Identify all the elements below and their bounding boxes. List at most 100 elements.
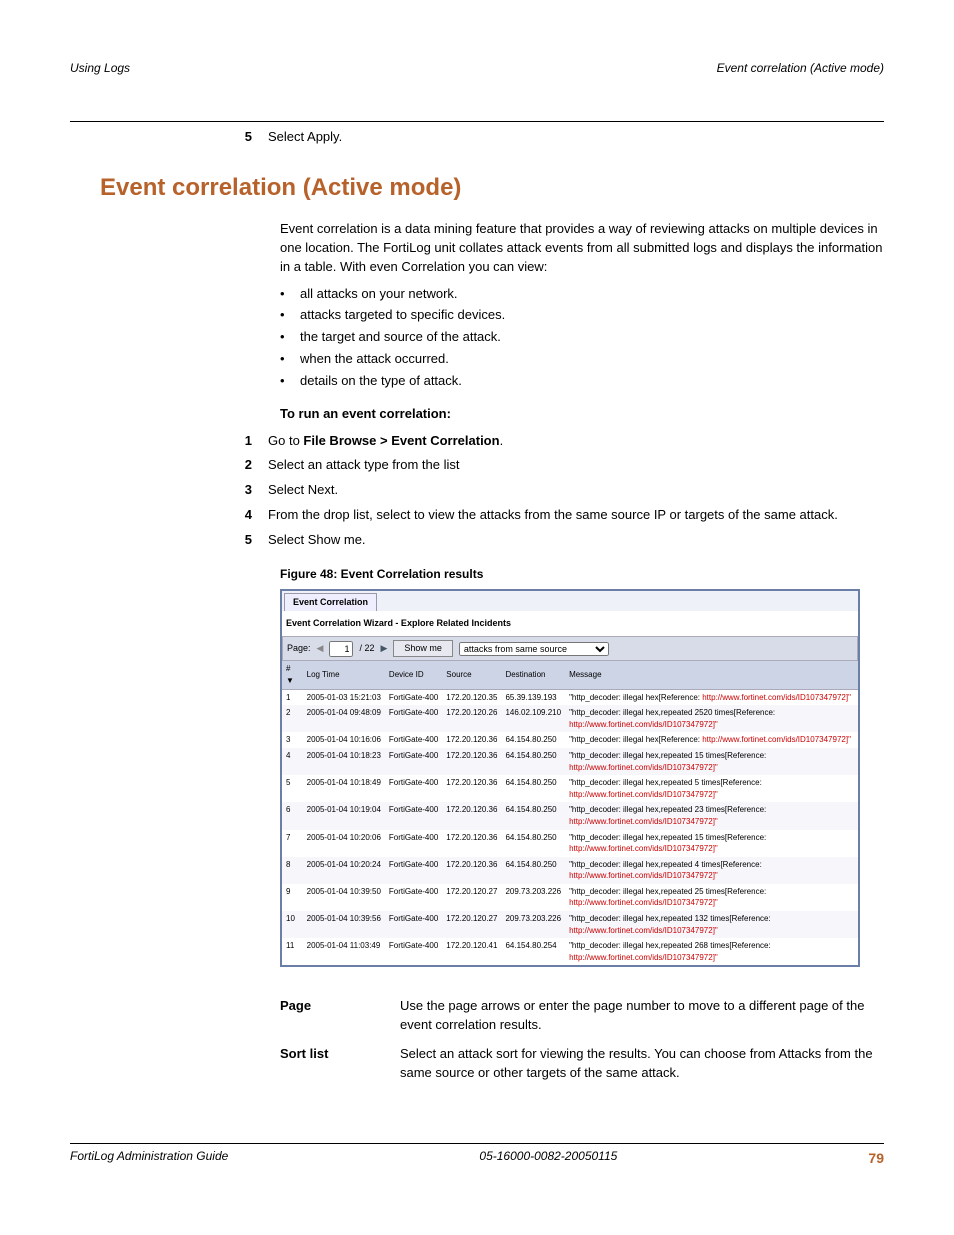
table-row[interactable]: 42005-01-04 10:18:23FortiGate-400172.20.…	[282, 748, 858, 775]
table-row[interactable]: 92005-01-04 10:39:50FortiGate-400172.20.…	[282, 884, 858, 911]
page-input[interactable]	[329, 641, 353, 657]
table-cell: 172.20.120.36	[442, 830, 501, 857]
table-row[interactable]: 62005-01-04 10:19:04FortiGate-400172.20.…	[282, 802, 858, 829]
message-cell: "http_decoder: illegal hex[Reference: ht…	[565, 732, 858, 748]
header-right: Event correlation (Active mode)	[717, 60, 884, 77]
table-cell: 11	[282, 938, 303, 965]
message-cell: "http_decoder: illegal hex,repeated 5 ti…	[565, 775, 858, 802]
definition-desc: Use the page arrows or enter the page nu…	[400, 997, 884, 1035]
table-cell: FortiGate-400	[385, 830, 442, 857]
table-row[interactable]: 32005-01-04 10:16:06FortiGate-400172.20.…	[282, 732, 858, 748]
step-number: 5	[240, 531, 268, 550]
reference-link[interactable]: http://www.fortinet.com/ids/ID107347972]…	[569, 844, 718, 853]
step-number: 5	[240, 128, 268, 147]
bullet-list: •all attacks on your network.•attacks ta…	[280, 285, 884, 391]
table-cell: 172.20.120.41	[442, 938, 501, 965]
table-row[interactable]: 12005-01-03 15:21:03FortiGate-400172.20.…	[282, 689, 858, 705]
step-text: Select Show me.	[268, 531, 884, 550]
table-header[interactable]: Message	[565, 661, 858, 689]
reference-link[interactable]: http://www.fortinet.com/ids/ID107347972]…	[569, 871, 718, 880]
table-cell: 146.02.109.210	[501, 705, 565, 732]
table-cell: 172.20.120.36	[442, 748, 501, 775]
bullet-text: attacks targeted to specific devices.	[300, 306, 505, 325]
table-row[interactable]: 112005-01-04 11:03:49FortiGate-400172.20…	[282, 938, 858, 965]
table-header[interactable]: Source	[442, 661, 501, 689]
table-cell: 172.20.120.36	[442, 775, 501, 802]
table-cell: 65.39.139.193	[501, 689, 565, 705]
reference-link[interactable]: http://www.fortinet.com/ids/ID107347972]…	[569, 953, 718, 962]
table-row[interactable]: 82005-01-04 10:20:24FortiGate-400172.20.…	[282, 857, 858, 884]
reference-link[interactable]: http://www.fortinet.com/ids/ID107347972]…	[569, 763, 718, 772]
table-cell: 2005-01-03 15:21:03	[303, 689, 385, 705]
table-cell: FortiGate-400	[385, 775, 442, 802]
table-cell: 172.20.120.27	[442, 884, 501, 911]
figure-tab[interactable]: Event Correlation	[284, 593, 377, 611]
bullet-text: details on the type of attack.	[300, 372, 462, 391]
definition-row: Sort listSelect an attack sort for viewi…	[280, 1045, 884, 1083]
table-row[interactable]: 22005-01-04 09:48:09FortiGate-400172.20.…	[282, 705, 858, 732]
bullet-item: •when the attack occurred.	[280, 350, 884, 369]
page-prev-icon[interactable]: ◀	[317, 642, 324, 655]
step-text: Select an attack type from the list	[268, 456, 884, 475]
table-header[interactable]: Destination	[501, 661, 565, 689]
table-cell: 2005-01-04 09:48:09	[303, 705, 385, 732]
table-header[interactable]: Device ID	[385, 661, 442, 689]
table-row[interactable]: 52005-01-04 10:18:49FortiGate-400172.20.…	[282, 775, 858, 802]
step-number: 1	[240, 432, 268, 451]
table-cell: 64.154.80.250	[501, 857, 565, 884]
message-cell: "http_decoder: illegal hex,repeated 15 t…	[565, 830, 858, 857]
table-cell: 2005-01-04 10:20:24	[303, 857, 385, 884]
table-cell: 64.154.80.254	[501, 938, 565, 965]
bullet-dot-icon: •	[280, 285, 300, 304]
table-cell: 7	[282, 830, 303, 857]
table-cell: 209.73.203.226	[501, 911, 565, 938]
footer-left: FortiLog Administration Guide	[70, 1148, 228, 1168]
page-next-icon[interactable]: ▶	[380, 642, 387, 655]
sort-select[interactable]: attacks from same source	[459, 642, 609, 656]
table-cell: 64.154.80.250	[501, 748, 565, 775]
step-item: 2Select an attack type from the list	[240, 456, 884, 475]
reference-link[interactable]: http://www.fortinet.com/ids/ID107347972]…	[569, 720, 718, 729]
table-cell: 2005-01-04 10:19:04	[303, 802, 385, 829]
results-table: # ▼Log TimeDevice IDSourceDestinationMes…	[282, 661, 858, 965]
table-cell: FortiGate-400	[385, 911, 442, 938]
table-cell: 172.20.120.36	[442, 732, 501, 748]
table-cell: FortiGate-400	[385, 884, 442, 911]
reference-link[interactable]: http://www.fortinet.com/ids/ID107347972]…	[569, 790, 718, 799]
table-cell: 172.20.120.36	[442, 802, 501, 829]
reference-link[interactable]: http://www.fortinet.com/ids/ID107347972]…	[702, 693, 851, 702]
page-number: 79	[868, 1148, 884, 1168]
bullet-dot-icon: •	[280, 372, 300, 391]
step-text: Select Apply.	[268, 128, 884, 147]
page-footer: FortiLog Administration Guide 05-16000-0…	[70, 1144, 884, 1168]
figure-wizard-title: Event Correlation Wizard - Explore Relat…	[282, 611, 858, 636]
bullet-item: •attacks targeted to specific devices.	[280, 306, 884, 325]
bullet-item: •the target and source of the attack.	[280, 328, 884, 347]
reference-link[interactable]: http://www.fortinet.com/ids/ID107347972]…	[702, 735, 851, 744]
bullet-text: all attacks on your network.	[300, 285, 458, 304]
step-text: Go to File Browse > Event Correlation.	[268, 432, 884, 451]
table-cell: FortiGate-400	[385, 689, 442, 705]
table-cell: FortiGate-400	[385, 938, 442, 965]
definition-row: PageUse the page arrows or enter the pag…	[280, 997, 884, 1035]
message-cell: "http_decoder: illegal hex,repeated 2520…	[565, 705, 858, 732]
reference-link[interactable]: http://www.fortinet.com/ids/ID107347972]…	[569, 926, 718, 935]
table-cell: 2005-01-04 10:20:06	[303, 830, 385, 857]
reference-link[interactable]: http://www.fortinet.com/ids/ID107347972]…	[569, 898, 718, 907]
table-cell: 1	[282, 689, 303, 705]
table-cell: 9	[282, 884, 303, 911]
table-cell: 172.20.120.27	[442, 911, 501, 938]
event-correlation-figure: Event Correlation Event Correlation Wiza…	[280, 589, 860, 967]
table-header[interactable]: # ▼	[282, 661, 303, 689]
show-me-button[interactable]: Show me	[393, 640, 453, 657]
table-row[interactable]: 102005-01-04 10:39:56FortiGate-400172.20…	[282, 911, 858, 938]
table-cell: FortiGate-400	[385, 732, 442, 748]
table-header[interactable]: Log Time	[303, 661, 385, 689]
table-cell: 172.20.120.36	[442, 857, 501, 884]
table-cell: FortiGate-400	[385, 705, 442, 732]
header-left: Using Logs	[70, 60, 130, 77]
table-row[interactable]: 72005-01-04 10:20:06FortiGate-400172.20.…	[282, 830, 858, 857]
table-cell: 6	[282, 802, 303, 829]
reference-link[interactable]: http://www.fortinet.com/ids/ID107347972]…	[569, 817, 718, 826]
figure-caption: Figure 48: Event Correlation results	[280, 566, 884, 583]
